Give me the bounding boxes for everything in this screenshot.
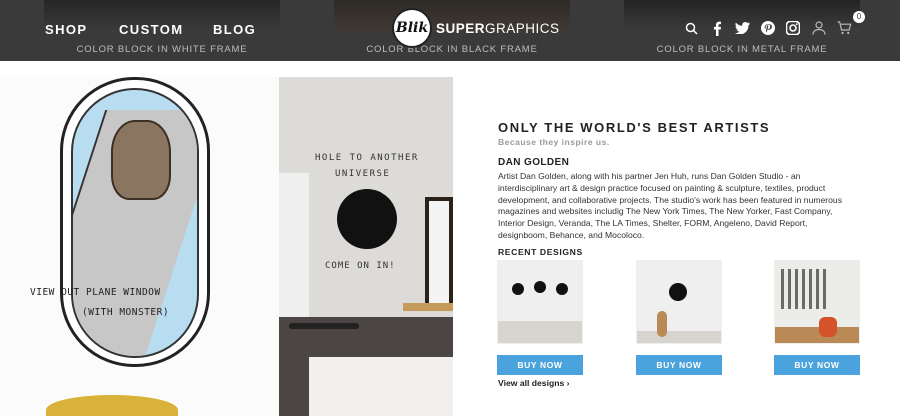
logo-super: SUPER — [436, 20, 486, 36]
artist-section: ONLY THE WORLD'S BEST ARTISTS Because th… — [498, 120, 878, 242]
top-nav: SHOP CUSTOM BLOG Blik SUPER GRAPHICS 0 — [0, 0, 900, 61]
user-icon[interactable] — [811, 20, 827, 36]
wooden-stool — [403, 303, 453, 311]
design-card-3[interactable] — [774, 260, 860, 344]
header-icons: 0 — [683, 11, 865, 36]
cart-icon[interactable] — [836, 20, 852, 36]
thumbnail-guitar — [657, 311, 667, 337]
cart-count-badge: 0 — [853, 11, 865, 23]
search-icon[interactable] — [683, 20, 699, 36]
nav-shop[interactable]: SHOP — [45, 22, 87, 37]
illustration-caption-line1: VIEW OUT PLANE WINDOW — [30, 287, 161, 298]
design-thumbnail-1[interactable] — [497, 260, 583, 344]
thumbnail-dot — [669, 283, 687, 301]
monster-figure — [111, 120, 171, 200]
nav-blog[interactable]: BLOG — [213, 22, 256, 37]
plane-window — [60, 77, 210, 367]
section-headline: ONLY THE WORLD'S BEST ARTISTS — [498, 120, 771, 135]
wall-text-line1: HOLE TO ANOTHER — [315, 153, 419, 163]
site-logo[interactable]: Blik SUPER GRAPHICS — [392, 8, 560, 48]
design-card-2[interactable] — [636, 260, 722, 344]
plane-window-illustration: VIEW OUT PLANE WINDOW (WITH MONSTER) — [0, 77, 279, 416]
thumbnail-floor — [498, 321, 582, 343]
hero-image: VIEW OUT PLANE WINDOW (WITH MONSTER) HOL… — [0, 77, 453, 416]
yellow-chair — [46, 395, 178, 416]
black-hole-decal — [337, 189, 397, 249]
artist-bio: Artist Dan Golden, along with his partne… — [498, 171, 843, 240]
illustration-caption-line2: (WITH MONSTER) — [82, 307, 170, 318]
logo-badge: Blik — [392, 8, 432, 48]
logo-graphics: GRAPHICS — [485, 20, 560, 36]
recent-designs-title: RECENT DESIGNS — [498, 247, 583, 257]
buy-now-button-2[interactable]: BUY NOW — [636, 355, 722, 375]
page: COLOR BLOCK IN WHITE FRAME COLOR BLOCK I… — [0, 0, 900, 416]
instagram-icon[interactable] — [785, 20, 801, 36]
wall-text-line3: COME ON IN! — [325, 261, 396, 271]
logo-badge-text: Blik — [395, 20, 429, 36]
room-rug — [309, 357, 453, 416]
thumbnail-dot — [556, 283, 568, 295]
thumbnail-dot — [534, 281, 546, 293]
view-all-designs-link[interactable]: View all designs › — [498, 378, 569, 388]
section-subhead: Because they inspire us. — [498, 137, 610, 147]
thumbnail-floor — [775, 327, 859, 343]
coffee-table — [289, 323, 359, 329]
room-photo: HOLE TO ANOTHER UNIVERSE COME ON IN! — [279, 77, 453, 416]
thumbnail-child — [819, 317, 837, 337]
buy-now-button-3[interactable]: BUY NOW — [774, 355, 860, 375]
nav-custom[interactable]: CUSTOM — [119, 22, 184, 37]
design-thumbnail-3[interactable] — [774, 260, 860, 344]
facebook-icon[interactable] — [709, 20, 725, 36]
thumbnail-dot — [512, 283, 524, 295]
framed-art — [425, 197, 453, 307]
pinterest-icon[interactable] — [760, 20, 776, 36]
thumbnail-pattern — [781, 269, 827, 309]
twitter-icon[interactable] — [734, 20, 750, 36]
buy-now-button-1[interactable]: BUY NOW — [497, 355, 583, 375]
design-thumbnail-2[interactable] — [636, 260, 722, 344]
fireplace — [279, 173, 309, 317]
artist-name: DAN GOLDEN — [498, 157, 570, 168]
wall-text-line2: UNIVERSE — [335, 169, 391, 179]
thumbnail-floor — [637, 331, 721, 343]
design-card-1[interactable] — [497, 260, 583, 344]
